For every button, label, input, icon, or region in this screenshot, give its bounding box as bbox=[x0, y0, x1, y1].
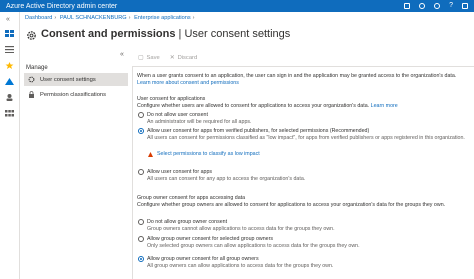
gear-icon bbox=[27, 31, 36, 40]
option-label: Allow group owner consent for all group … bbox=[147, 256, 259, 262]
breadcrumb: Dashboard › PAUL SCHNACKENBURG › Enterpris… bbox=[25, 15, 195, 21]
app-title: Azure Active Directory admin center bbox=[6, 2, 118, 10]
radio-no-group-owner-consent[interactable] bbox=[138, 219, 144, 225]
radio-all-group-owners[interactable] bbox=[138, 256, 144, 262]
feedback-icon[interactable] bbox=[462, 3, 468, 9]
option-label: Do not allow user consent bbox=[147, 112, 208, 118]
sidebar-item-label: Permission classifications bbox=[40, 91, 107, 98]
page-title: Consent and permissions | User consent s… bbox=[41, 28, 291, 40]
top-bar: Azure Active Directory admin center ? bbox=[0, 0, 474, 12]
breadcrumb-enterprise-apps[interactable]: Enterprise applications bbox=[134, 15, 191, 21]
breadcrumb-tenant[interactable]: PAUL SCHNACKENBURG bbox=[60, 15, 127, 21]
save-button[interactable]: ▢ Save bbox=[138, 55, 160, 61]
close-icon: ✕ bbox=[169, 55, 175, 61]
sidebar-item-user-consent-settings[interactable]: User consent settings bbox=[24, 73, 128, 86]
users-icon[interactable] bbox=[5, 94, 14, 101]
help-icon[interactable]: ? bbox=[449, 2, 453, 9]
side-nav: « Manage User consent settings Permissio… bbox=[24, 51, 128, 101]
radio-allow-all-apps[interactable] bbox=[138, 169, 144, 175]
option-description: All group owners can allow applications … bbox=[147, 263, 334, 269]
notifications-icon[interactable] bbox=[419, 3, 426, 9]
warning-icon bbox=[148, 152, 153, 157]
group-consent-heading: Group owner consent for apps accessing d… bbox=[137, 195, 246, 201]
breadcrumb-dashboard[interactable]: Dashboard bbox=[25, 15, 52, 21]
favorites-star-icon[interactable] bbox=[5, 62, 14, 69]
sidebar-item-label: User consent settings bbox=[40, 76, 96, 83]
radio-selected-group-owners[interactable] bbox=[138, 236, 144, 242]
select-low-impact-permissions-link[interactable]: Select permissions to classify as low im… bbox=[157, 151, 260, 157]
azure-ad-icon[interactable] bbox=[5, 78, 14, 85]
option-description: All users can consent for permissions cl… bbox=[147, 135, 465, 141]
option-label: Allow group owner consent for selected g… bbox=[147, 236, 274, 242]
option-label: Allow user consent for apps bbox=[147, 169, 213, 175]
option-label: Allow user consent for apps from verifie… bbox=[147, 128, 370, 134]
group-consent-description: Configure whether group owners are allow… bbox=[137, 202, 446, 208]
learn-more-consent-link[interactable]: Learn more about consent and permissions bbox=[137, 80, 239, 86]
learn-more-link[interactable]: Learn more bbox=[371, 103, 398, 109]
expand-chevron-icon[interactable]: « bbox=[6, 16, 10, 23]
user-consent-heading: User consent for applications bbox=[137, 96, 206, 102]
left-rail: « bbox=[0, 12, 20, 279]
all-services-icon[interactable] bbox=[5, 46, 14, 53]
option-description: Only selected group owners can allow app… bbox=[147, 243, 360, 249]
divider bbox=[132, 67, 133, 279]
settings-icon[interactable] bbox=[434, 3, 441, 9]
sidebar-item-permission-classifications[interactable]: Permission classifications bbox=[24, 88, 128, 101]
user-consent-description: Configure whether users are allowed to c… bbox=[137, 103, 398, 109]
radio-no-user-consent[interactable] bbox=[138, 112, 144, 118]
nav-group-manage: Manage bbox=[26, 65, 48, 71]
collapse-nav-icon[interactable]: « bbox=[120, 51, 124, 58]
radio-verified-publishers[interactable] bbox=[138, 128, 144, 134]
more-options-button[interactable]: ··· bbox=[262, 30, 270, 39]
page-subtitle: User consent settings bbox=[184, 28, 291, 40]
option-description: All users can consent for any app to acc… bbox=[147, 176, 306, 182]
divider bbox=[132, 66, 474, 67]
toolbar: ▢ Save ✕ Discard bbox=[138, 55, 197, 61]
option-description: Group owners cannot allow applications t… bbox=[147, 226, 335, 232]
save-icon: ▢ bbox=[138, 55, 144, 61]
apps-grid-icon[interactable] bbox=[5, 110, 14, 117]
lock-icon bbox=[29, 91, 34, 98]
dashboard-icon[interactable] bbox=[5, 30, 14, 37]
option-description: An administrator will be required for al… bbox=[147, 119, 252, 125]
intro-text: When a user grants consent to an applica… bbox=[137, 73, 457, 79]
settings-gear-icon bbox=[28, 76, 35, 83]
option-label: Do not allow group owner consent bbox=[147, 219, 228, 225]
page-title-main: Consent and permissions bbox=[41, 28, 176, 40]
portal-icon[interactable] bbox=[404, 3, 411, 9]
discard-button[interactable]: ✕ Discard bbox=[170, 55, 198, 61]
